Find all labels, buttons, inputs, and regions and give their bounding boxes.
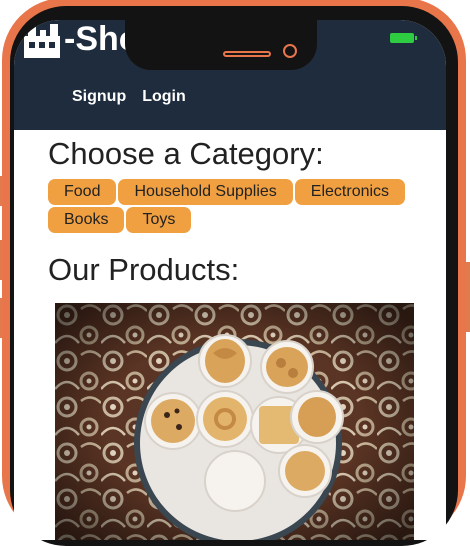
- phone-notch: [125, 20, 317, 70]
- cookie-tin-image: [55, 303, 414, 540]
- category-food-button[interactable]: Food: [48, 179, 117, 205]
- category-books-button[interactable]: Books: [48, 207, 125, 233]
- main-content: Choose a Category: Food Household Suppli…: [14, 130, 446, 540]
- battery-icon: [390, 33, 417, 43]
- shop-icon: [24, 23, 60, 58]
- product-image-cookies[interactable]: [55, 303, 414, 540]
- signup-link[interactable]: Signup: [72, 88, 126, 106]
- category-list: Food Household Supplies Electronics Book…: [48, 179, 428, 233]
- speaker-icon: [223, 51, 271, 57]
- category-toys-button[interactable]: Toys: [126, 207, 192, 233]
- login-link[interactable]: Login: [142, 88, 186, 106]
- category-heading: Choose a Category:: [48, 136, 324, 171]
- phone-screen: -Shop Shop Signup Login Choose a Categor…: [14, 20, 446, 540]
- camera-icon: [283, 44, 297, 58]
- top-nav: Signup Login: [72, 88, 186, 106]
- phone-side-button-right: [466, 262, 470, 332]
- category-household-button[interactable]: Household Supplies: [118, 179, 293, 205]
- products-heading: Our Products:: [48, 252, 240, 287]
- category-electronics-button[interactable]: Electronics: [294, 179, 406, 205]
